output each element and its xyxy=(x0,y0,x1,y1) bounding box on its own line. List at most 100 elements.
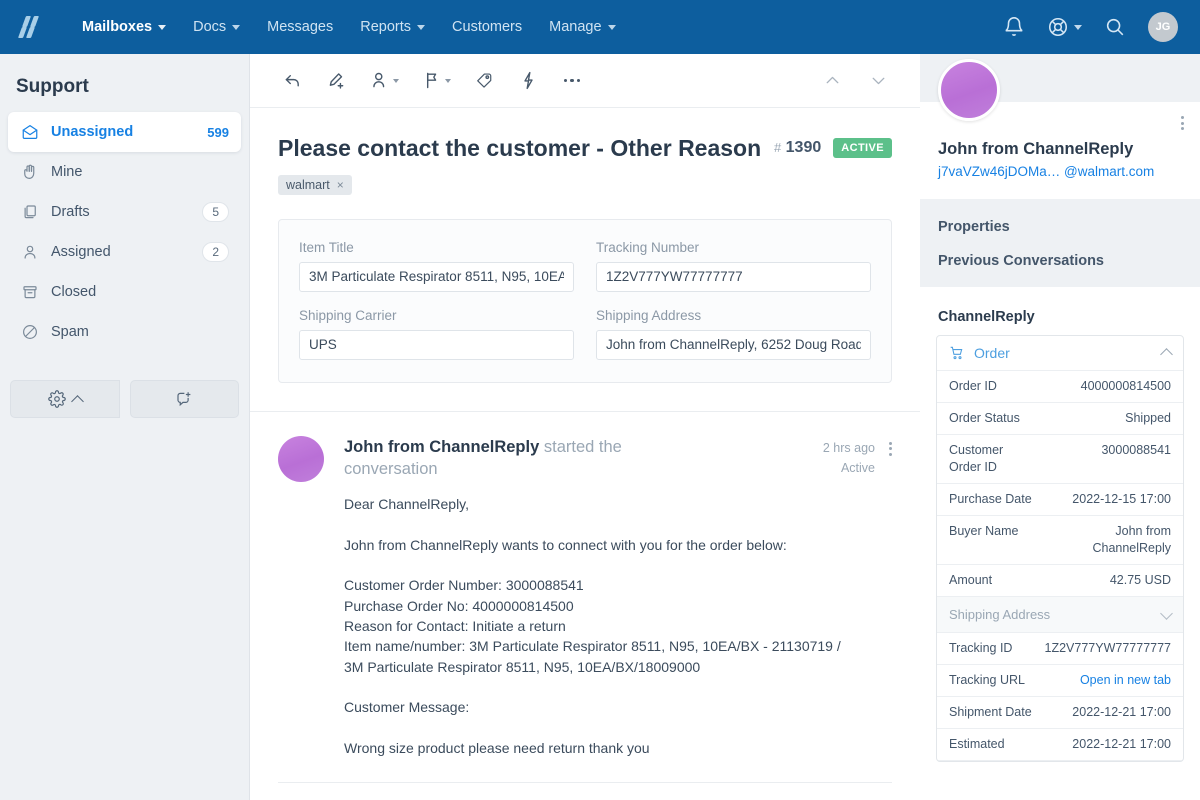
chevron-down-icon xyxy=(607,24,616,30)
conversation-nav xyxy=(812,62,898,100)
form-field: Shipping Address xyxy=(596,308,871,360)
sidebar-actions xyxy=(10,380,239,418)
conversation-number: # 1390 xyxy=(774,139,821,157)
order-row: Purchase Date 2022-12-15 17:00 xyxy=(937,484,1183,516)
nav-item-docs[interactable]: Docs xyxy=(181,13,252,41)
order-details-form: Item Title Tracking Number Shipping Carrie… xyxy=(278,218,892,383)
sidebar-item-mine[interactable]: Mine xyxy=(8,152,241,192)
add-note-button[interactable] xyxy=(316,62,356,100)
ellipsis-icon xyxy=(563,78,581,83)
chevron-down-icon xyxy=(444,78,451,83)
order-row-key: Order Status xyxy=(949,411,1020,425)
order-row-value: 2022-12-15 17:00 xyxy=(1072,492,1171,506)
workflow-button[interactable] xyxy=(508,62,548,100)
lifesaver-icon[interactable] xyxy=(1047,16,1069,38)
new-conversation-button[interactable] xyxy=(129,380,239,418)
nav-item-label: Mailboxes xyxy=(82,19,153,35)
chevron-up-icon[interactable] xyxy=(1160,348,1173,361)
message-state: Active xyxy=(840,460,875,475)
form-field-input[interactable] xyxy=(596,329,871,360)
nav-item-label: Manage xyxy=(549,19,602,35)
order-row-value: 3000088541 xyxy=(1101,443,1171,457)
order-row-key: Tracking URL xyxy=(949,673,1025,687)
form-field-label: Tracking Number xyxy=(596,239,700,255)
chevron-down-icon[interactable] xyxy=(1160,606,1173,620)
assign-button[interactable] xyxy=(360,62,408,100)
flag-icon xyxy=(426,72,436,89)
order-row-key: Estimated xyxy=(949,737,1005,751)
sidebar-item-spam[interactable]: Spam xyxy=(8,312,241,352)
more-button[interactable] xyxy=(552,62,592,100)
form-field-input[interactable] xyxy=(299,329,574,360)
remove-tag-icon[interactable]: × xyxy=(337,178,344,192)
order-row-value: John from ChannelReply xyxy=(1092,524,1171,555)
form-field-input[interactable] xyxy=(596,261,871,292)
channelreply-app-panel: ChannelReply Order Order ID 4000000814500… xyxy=(920,287,1200,800)
form-field-input[interactable] xyxy=(299,261,574,292)
customer-name: John from ChannelReply xyxy=(938,140,1134,158)
sidebar-item-count: 2 xyxy=(202,242,229,262)
nav-item-customers[interactable]: Customers xyxy=(440,13,534,41)
order-row: Amount 42.75 USD xyxy=(937,565,1183,597)
page-title: Please contact the customer - Other Reas… xyxy=(278,135,762,161)
tag-chip[interactable]: walmart × xyxy=(278,174,352,195)
nav-item-mailboxes[interactable]: Mailboxes xyxy=(70,13,178,41)
sidebar-item-count: 5 xyxy=(202,202,229,222)
message-body: Dear ChannelReply, John from ChannelRepl… xyxy=(344,496,841,756)
nav-item-messages[interactable]: Messages xyxy=(255,13,345,41)
sidebar-item-label: Mine xyxy=(51,164,83,180)
nav-item-manage[interactable]: Manage xyxy=(537,13,627,41)
sidebar-item-label: Unassigned xyxy=(51,124,134,140)
reply-button[interactable] xyxy=(272,62,312,100)
message-meta: 2 hrs ago Active xyxy=(823,436,875,478)
channelreply-title: ChannelReply xyxy=(938,309,1035,325)
conversation-header: Please contact the customer - Other Reas… xyxy=(250,108,920,195)
message-more-icon[interactable] xyxy=(889,436,892,456)
order-row-value: Shipped xyxy=(1125,411,1171,425)
previous-conversation-button[interactable] xyxy=(812,62,852,100)
gear-icon xyxy=(47,390,66,408)
ban-icon xyxy=(20,323,39,342)
main-nav-items: Mailboxes Docs Messages Reports Customers Man… xyxy=(70,13,628,41)
chevron-down-icon xyxy=(1074,24,1082,30)
sidebar-item-assigned[interactable]: Assigned 2 xyxy=(8,232,241,272)
sidebar-item-label: Drafts xyxy=(51,204,90,220)
next-conversation-button[interactable] xyxy=(858,62,898,100)
tag-button[interactable] xyxy=(464,62,504,100)
chevron-down-icon xyxy=(158,24,167,30)
form-field: Item Title xyxy=(299,240,574,292)
top-nav-right-actions: JG xyxy=(1003,12,1182,42)
helpscout-logo-icon[interactable] xyxy=(17,14,52,40)
drafts-icon xyxy=(20,203,39,222)
settings-button[interactable] xyxy=(10,380,120,418)
order-row-value[interactable]: Open in new tab xyxy=(1043,672,1171,689)
properties-section-header[interactable]: Properties xyxy=(920,199,1200,235)
customer-more-icon[interactable] xyxy=(1181,116,1184,130)
notifications-bell-icon[interactable] xyxy=(1003,16,1025,38)
order-rows: Order ID 4000000814500 Order Status Shipped… xyxy=(937,371,1183,761)
sidebar-item-unassigned[interactable]: Unassigned 599 xyxy=(8,112,241,152)
sidebar-item-drafts[interactable]: Drafts 5 xyxy=(8,192,241,232)
form-field-label: Shipping Address xyxy=(596,307,702,323)
order-row[interactable]: Shipping Address xyxy=(937,597,1183,633)
chevron-down-icon xyxy=(872,77,884,85)
order-row-key: Tracking ID xyxy=(949,641,1013,655)
person-plus-icon xyxy=(372,72,384,88)
order-card-header[interactable]: Order xyxy=(937,336,1183,371)
order-row-key: Customer Order ID xyxy=(949,443,1004,474)
order-row-key: Shipping Address xyxy=(949,607,1051,622)
sidebar-item-closed[interactable]: Closed xyxy=(8,272,241,312)
nav-item-reports[interactable]: Reports xyxy=(348,13,437,41)
order-row-key: Amount xyxy=(949,573,993,587)
status-button[interactable] xyxy=(412,62,460,100)
order-row-value: 2022-12-21 17:00 xyxy=(1072,737,1171,751)
order-row: Order ID 4000000814500 xyxy=(937,371,1183,403)
chevron-up-icon xyxy=(70,394,84,408)
user-avatar[interactable]: JG xyxy=(1148,12,1178,42)
form-field-label: Shipping Carrier xyxy=(299,307,397,323)
previous-conversations-section-header[interactable]: Previous Conversations xyxy=(920,235,1200,269)
customer-email[interactable]: j7vaVZw46jDOMa… @walmart.com xyxy=(938,164,1182,179)
help-menu[interactable] xyxy=(1047,16,1082,38)
order-row: Buyer Name John from ChannelReply xyxy=(937,516,1183,565)
search-icon[interactable] xyxy=(1104,16,1126,38)
